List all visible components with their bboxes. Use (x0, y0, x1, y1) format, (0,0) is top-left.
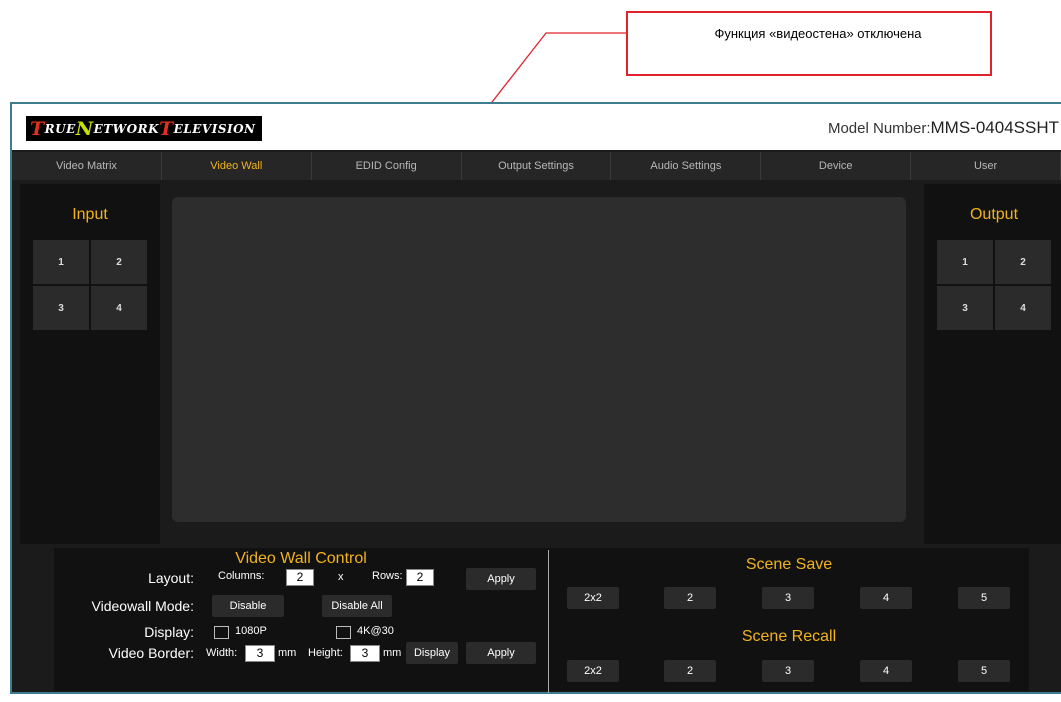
scene-recall-button-4[interactable]: 4 (860, 660, 912, 682)
tab-output-settings[interactable]: Output Settings (462, 152, 612, 180)
output-port-4[interactable]: 4 (995, 286, 1051, 330)
output-port-1[interactable]: 1 (937, 240, 993, 284)
scene-recall-title: Scene Recall (741, 628, 837, 645)
scene-save-button-2[interactable]: 2 (664, 587, 716, 609)
scene-recall-button-2[interactable]: 2 (664, 660, 716, 682)
label-4k30: 4K@30 (357, 625, 394, 637)
display-label: Display: (144, 624, 194, 640)
input-port-4[interactable]: 4 (91, 286, 147, 330)
scene-recall-button-5[interactable]: 5 (958, 660, 1010, 682)
app-window: T RUE N ETWORK T ELEVISION Model Number:MMS… (10, 102, 1061, 694)
scene-save-button-5[interactable]: 5 (958, 587, 1010, 609)
model-number: Model Number:MMS-0404SSHT (828, 118, 1059, 138)
border-width-input[interactable]: 3 (245, 645, 275, 662)
video-wall-canvas[interactable] (172, 197, 906, 522)
border-display-button[interactable]: Display (406, 642, 458, 664)
input-panel: Input 1 2 3 4 (20, 184, 160, 544)
model-label: Model Number: (827, 120, 931, 137)
height-label: Height: (308, 647, 343, 659)
input-port-3[interactable]: 3 (33, 286, 89, 330)
output-panel: Output 1 2 3 4 (924, 184, 1061, 544)
rows-label: Rows: (372, 570, 403, 582)
x-label: x (338, 571, 344, 583)
scene-recall-button-1[interactable]: 2x2 (567, 660, 619, 682)
width-label: Width: (206, 647, 238, 659)
header: T RUE N ETWORK T ELEVISION Model Number:MMS… (12, 104, 1061, 150)
tab-video-wall[interactable]: Video Wall (162, 152, 312, 180)
mm-label-2: mm (383, 647, 402, 659)
input-port-1[interactable]: 1 (33, 240, 89, 284)
tab-user[interactable]: User (911, 152, 1061, 180)
columns-input[interactable]: 2 (286, 569, 314, 586)
output-title: Output (969, 206, 1019, 223)
input-title: Input (72, 206, 108, 223)
scene-save-title: Scene Save (745, 556, 833, 573)
input-port-2[interactable]: 2 (91, 240, 147, 284)
mm-label-1: mm (278, 647, 297, 659)
video-wall-control-panel: Video Wall Control Layout: Columns: 2 x … (54, 548, 1029, 693)
videowall-mode-label: Videowall Mode: (91, 598, 194, 614)
tab-device[interactable]: Device (761, 152, 912, 180)
checkbox-1080p[interactable] (214, 626, 229, 639)
border-apply-button[interactable]: Apply (466, 642, 536, 664)
scene-save-button-3[interactable]: 3 (762, 587, 814, 609)
video-border-label: Video Border: (108, 645, 194, 661)
control-divider (548, 550, 549, 693)
video-wall-control-title: Video Wall Control (235, 550, 367, 567)
border-height-input[interactable]: 3 (350, 645, 380, 662)
main-tabs: Video Matrix Video Wall EDID Config Outp… (12, 152, 1061, 180)
layout-label: Layout: (148, 570, 194, 586)
tab-video-matrix[interactable]: Video Matrix (12, 152, 162, 180)
columns-label: Columns: (218, 570, 265, 582)
output-port-3[interactable]: 3 (937, 286, 993, 330)
callout-text: Функция «видеостена» отключена (714, 26, 922, 41)
label-1080p: 1080P (235, 625, 267, 637)
scene-save-button-4[interactable]: 4 (860, 587, 912, 609)
brand-logo: T RUE N ETWORK T ELEVISION (26, 116, 262, 141)
rows-input[interactable]: 2 (406, 569, 434, 586)
annotation-callout: Функция «видеостена» отключена (626, 11, 992, 76)
output-port-2[interactable]: 2 (995, 240, 1051, 284)
scene-save-button-1[interactable]: 2x2 (567, 587, 619, 609)
tab-audio-settings[interactable]: Audio Settings (611, 152, 762, 180)
model-value: MMS-0404SSHT (930, 118, 1059, 137)
disable-all-button[interactable]: Disable All (322, 595, 392, 617)
disable-button[interactable]: Disable (212, 595, 284, 617)
tab-edid-config[interactable]: EDID Config (312, 152, 462, 180)
layout-apply-button[interactable]: Apply (466, 568, 536, 590)
checkbox-4k30[interactable] (336, 626, 351, 639)
scene-recall-button-3[interactable]: 3 (762, 660, 814, 682)
